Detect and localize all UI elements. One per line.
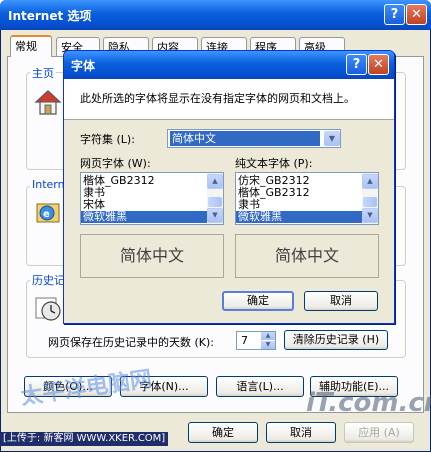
clear-history-button[interactable]: 清除历史记录 (H) <box>284 330 388 350</box>
web-font-label: 网页字体 (W): <box>80 157 151 170</box>
history-days-label: 网页保存在历史记录中的天数 (K): <box>48 336 214 349</box>
font-dialog-help-button[interactable]: ? <box>346 54 367 75</box>
help-button[interactable]: ? <box>384 4 405 25</box>
plain-font-label: 纯文本字体 (P): <box>235 157 313 170</box>
outer-ok-button[interactable]: 确定 <box>188 422 258 443</box>
watermark-right: iT.com.cn <box>306 388 431 418</box>
list-item-selected[interactable]: 微软雅黑 <box>236 211 362 223</box>
tab-general[interactable]: 常规 <box>10 35 52 57</box>
plain-font-preview: 简体中文 <box>235 234 379 278</box>
outer-cancel-button[interactable]: 取消 <box>266 422 336 443</box>
close-icon: ✕ <box>373 57 384 72</box>
font-dialog: 字体 ? ✕ 此处所选的字体将显示在没有指定字体的网页和文档上。 字符集 (L)… <box>63 50 395 324</box>
web-font-list[interactable]: 楷体_GB2312 隶书 宋体 微软雅黑 ▲ ▼ <box>80 172 224 225</box>
svg-text:e: e <box>43 209 50 220</box>
history-group-label: 历史记 <box>30 272 67 288</box>
font-dialog-title-bar[interactable]: 字体 ? ✕ <box>64 51 394 79</box>
scroll-thumb[interactable] <box>208 197 222 207</box>
font-dialog-close-button[interactable]: ✕ <box>368 54 389 75</box>
upload-caption: [上传于: 新客网 WWW.XKER.COM] <box>0 432 169 446</box>
stepper-down-icon[interactable]: ▼ <box>261 341 275 349</box>
scroll-down-icon[interactable]: ▼ <box>207 208 223 223</box>
font-dialog-info-text: 此处所选的字体将显示在没有指定字体的网页和文档上。 <box>80 92 355 105</box>
font-dialog-ok-button[interactable]: 确定 <box>222 291 294 311</box>
charset-select[interactable]: 简体中文 ▼ <box>167 129 341 148</box>
web-font-scrollbar[interactable]: ▲ ▼ <box>207 173 223 224</box>
scroll-up-icon[interactable]: ▲ <box>362 174 378 189</box>
apply-button[interactable]: 应用 (A) <box>344 422 414 443</box>
close-button[interactable]: ✕ <box>406 4 427 25</box>
home-group-label: 主页 <box>30 65 56 81</box>
temp-files-group-label: Intern <box>30 178 67 191</box>
history-days-stepper[interactable]: 7 ▲ ▼ <box>236 331 276 350</box>
chevron-down-icon[interactable]: ▼ <box>324 131 340 146</box>
help-icon: ? <box>390 7 399 22</box>
history-days-value: 7 <box>241 334 248 347</box>
scroll-up-icon[interactable]: ▲ <box>207 174 223 189</box>
history-clock-icon <box>34 294 62 322</box>
list-item-selected[interactable]: 微软雅黑 <box>81 211 207 223</box>
languages-button[interactable]: 语言(L)... <box>216 376 304 397</box>
ie-files-icon: e <box>34 198 62 226</box>
title-bar[interactable]: Internet 选项 ? ✕ <box>0 0 431 30</box>
charset-label: 字符集 (L): <box>80 133 135 146</box>
font-dialog-cancel-button[interactable]: 取消 <box>304 291 378 311</box>
scroll-thumb[interactable] <box>363 197 377 207</box>
help-icon: ? <box>352 57 361 72</box>
plain-font-list[interactable]: 仿宋_GB2312 楷体_GB2312 隶书 微软雅黑 ▲ ▼ <box>235 172 379 225</box>
home-icon <box>34 88 62 116</box>
charset-value: 简体中文 <box>170 131 320 146</box>
plain-font-scrollbar[interactable]: ▲ ▼ <box>362 173 378 224</box>
scroll-down-icon[interactable]: ▼ <box>362 208 378 223</box>
window-title: Internet 选项 <box>8 9 92 23</box>
stepper-up-icon[interactable]: ▲ <box>261 332 275 340</box>
web-font-preview: 简体中文 <box>80 234 224 278</box>
close-icon: ✕ <box>411 7 422 22</box>
font-dialog-title: 字体 <box>71 59 96 73</box>
font-dialog-info-area: 此处所选的字体将显示在没有指定字体的网页和文档上。 <box>64 79 394 120</box>
